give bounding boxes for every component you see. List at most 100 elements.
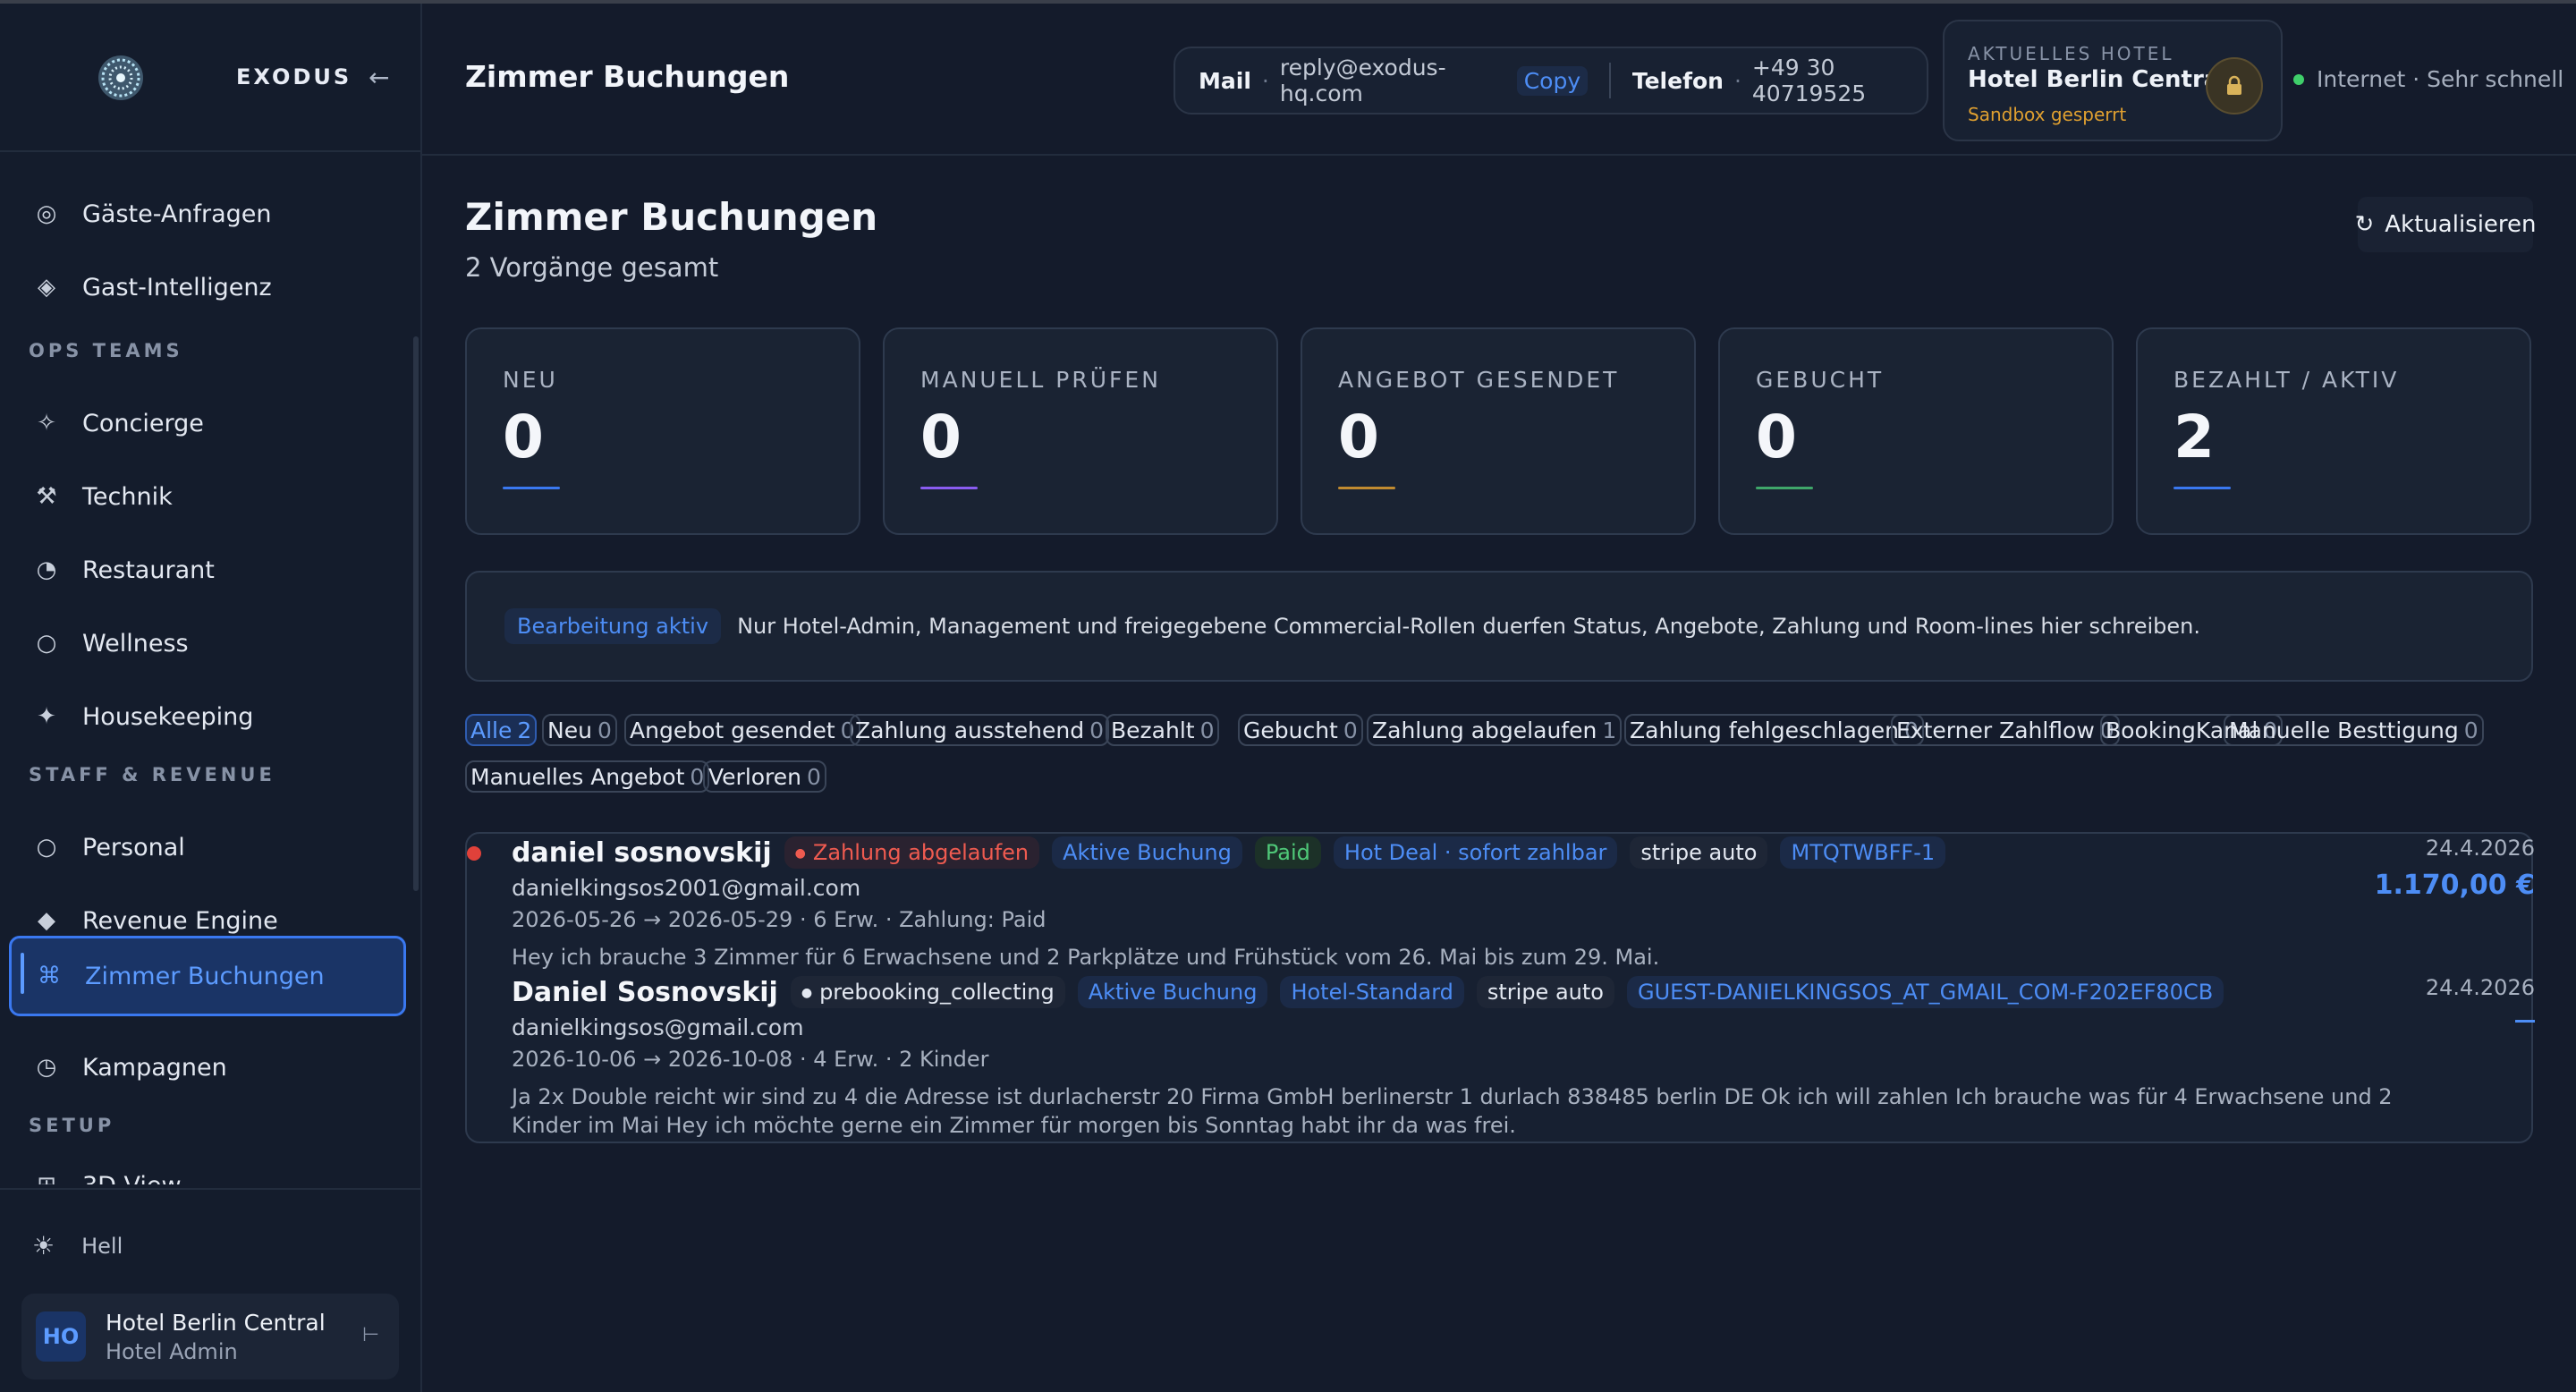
sidebar-item-kampagnen[interactable]: ◷ Kampagnen [9, 1031, 406, 1104]
booking-row[interactable]: Daniel Sosnovskij prebooking_collecting … [467, 973, 2535, 1143]
sidebar-item-label: Restaurant [82, 556, 215, 584]
circle-icon: ○ [36, 834, 57, 861]
sidebar-item-label: Revenue Engine [82, 906, 278, 935]
payment-status-badge: Zahlung abgelaufen [784, 836, 1040, 869]
sidebar-item-label: Personal [82, 833, 185, 862]
filter-chip-label: Zahlung ausstehend [855, 717, 1085, 743]
lock-icon [2227, 75, 2241, 95]
clock-icon: ◷ [36, 1054, 57, 1081]
section-title-ops: OPS TEAMS [29, 340, 183, 361]
sidebar-item-technik[interactable]: ⚒ Technik [9, 460, 406, 533]
sidebar-item-3d-view[interactable]: ⊞ 3D View [9, 1149, 406, 1185]
stat-value: 0 [920, 403, 962, 471]
divider [1609, 63, 1611, 98]
filter-chip-count: 0 [597, 717, 612, 743]
sidebar-item-personal[interactable]: ○ Personal [9, 811, 406, 884]
filter-chip[interactable]: Manuelles Angebot 0 [465, 760, 710, 793]
filter-chip[interactable]: Manuelle Besttigung 0 [2224, 714, 2484, 746]
separator-dot: · [1261, 67, 1269, 94]
copy-button[interactable]: Copy [1516, 65, 1589, 96]
sidebar-item-concierge[interactable]: ✧ Concierge [9, 386, 406, 460]
pie-icon: ◔ [36, 556, 57, 583]
filter-chip[interactable]: Alle 2 [465, 714, 538, 746]
sidebar-item-zimmer-buchungen[interactable]: ⌘ Zimmer Buchungen [9, 936, 406, 1016]
sidebar-nav: ◎ Gäste-Anfragen ◈ Gast-Intelligenz OPS … [0, 156, 420, 1184]
booking-meta: 2026-05-26 → 2026-05-29 · 6 Erw. · Zahlu… [512, 907, 1046, 932]
user-role: Hotel Admin [106, 1338, 238, 1364]
sidebar-item-restaurant[interactable]: ◔ Restaurant [9, 533, 406, 607]
filter-chip-label: Zahlung fehlgeschlagen [1630, 717, 1899, 743]
diamond-icon: ◈ [38, 274, 55, 301]
filter-chip-count: 0 [2463, 717, 2479, 743]
sidebar-item-label: Zimmer Buchungen [85, 962, 325, 990]
sidebar-item-label: Kampagnen [82, 1053, 227, 1082]
filter-chip-count: 0 [1343, 717, 1358, 743]
refresh-label: Aktualisieren [2385, 211, 2537, 238]
theme-toggle[interactable]: ☀ Hell [32, 1231, 123, 1260]
stat-accent-bar [920, 487, 978, 489]
phone-value: +49 30 40719525 [1751, 55, 1867, 106]
filter-chip[interactable]: Neu 0 [542, 714, 617, 746]
sidebar-item-housekeeping[interactable]: ✦ Housekeeping [9, 680, 406, 753]
booking-row[interactable]: daniel sosnovskij Zahlung abgelaufen Akt… [467, 834, 2535, 977]
filter-chip[interactable]: Gebucht 0 [1238, 714, 1363, 746]
stat-label: ANGEBOT GESENDET [1338, 367, 1620, 393]
section-title-staff: STAFF & REVENUE [29, 764, 275, 785]
booking-id-badge: GUEST-DANIELKINGSOS_AT_GMAIL_COM-F202EF8… [1626, 976, 2224, 1008]
filter-chip-label: Neu [547, 717, 592, 743]
refresh-icon: ↻ [2354, 211, 2375, 238]
brand-name: EXODUS [236, 64, 352, 89]
filter-chip[interactable]: Zahlung ausstehend 0 [850, 714, 1109, 746]
sidebar-item-label: Gast-Intelligenz [82, 273, 272, 301]
filter-chip[interactable]: Zahlung abgelaufen 1 [1367, 714, 1623, 746]
separator-dot: · [1733, 67, 1741, 94]
filter-chip-label: Manuelles Angebot [470, 763, 685, 790]
sidebar-scrollbar[interactable] [413, 336, 419, 891]
contact-bar: Mail · reply@exodus-hq.com Copy Telefon … [1174, 47, 1928, 115]
status-badge: Bearbeitung aktiv [504, 608, 722, 644]
sidebar-item-label: Housekeeping [82, 702, 254, 731]
lock-button[interactable] [2206, 57, 2263, 115]
brand: EXODUS ← [0, 4, 420, 152]
alert-dot-icon [467, 846, 481, 861]
filter-chip-count: 0 [807, 763, 821, 790]
star-icon: ✦ [37, 703, 56, 730]
main-content: Zimmer Buchungen 2 Vorgänge gesamt ↻ Akt… [422, 156, 2576, 1392]
filter-chip[interactable]: Angebot gesendet 0 [624, 714, 860, 746]
theme-label: Hell [81, 1233, 123, 1259]
collapse-sidebar-icon[interactable]: ← [369, 63, 389, 92]
sidebar-item-wellness[interactable]: ○ Wellness [9, 607, 406, 680]
stat-label: BEZAHLT / AKTIV [2174, 367, 2400, 393]
filter-chip-count: 0 [690, 763, 705, 790]
filter-chip[interactable]: Zahlung fehlgeschlagen 0 [1624, 714, 1924, 746]
logout-icon[interactable]: ⊢ [362, 1324, 379, 1346]
filter-chip-label: Zahlung abgelaufen [1372, 717, 1597, 743]
booking-message: Ja 2x Double reicht wir sind zu 4 die Ad… [512, 1084, 2393, 1138]
stat-value: 2 [2174, 403, 2215, 471]
filter-chip[interactable]: Bezahlt 0 [1106, 714, 1220, 746]
sidebar: EXODUS ← ◎ Gäste-Anfragen ◈ Gast-Intelli… [0, 4, 422, 1392]
diamond-small-icon: ◆ [38, 907, 55, 934]
grid-icon: ⊞ [32, 1171, 61, 1184]
status-dot-icon [2293, 73, 2304, 85]
sidebar-item-gast-intelligenz[interactable]: ◈ Gast-Intelligenz [9, 250, 406, 324]
prebooking-status-badge: prebooking_collecting [790, 976, 1065, 1008]
sidebar-item-gaeste-anfragen[interactable]: ◎ Gäste-Anfragen [9, 177, 406, 250]
guest-name: daniel sosnovskij [512, 836, 772, 869]
booking-list: daniel sosnovskij Zahlung abgelaufen Akt… [465, 832, 2535, 1143]
sidebar-item-label: Technik [82, 482, 173, 511]
sidebar-item-label: 3D View [82, 1172, 182, 1185]
booking-date: 24.4.2026 [2425, 975, 2535, 1000]
user-card[interactable]: HO Hotel Berlin Central Hotel Admin ⊢ [21, 1294, 399, 1379]
current-hotel[interactable]: AKTUELLES HOTEL Hotel Berlin Central San… [1943, 20, 2283, 141]
stat-accent-bar [1338, 487, 1395, 489]
stat-card-manuell-pruefen: MANUELL PRÜFEN 0 [883, 327, 1278, 535]
filter-chip-label: Angebot gesendet [630, 717, 835, 743]
filter-chip[interactable]: Verloren 0 [703, 760, 826, 793]
permission-notice: Bearbeitung aktiv Nur Hotel-Admin, Manag… [465, 571, 2533, 682]
sidebar-item-label: Wellness [82, 629, 189, 658]
filter-chip[interactable]: Externer Zahlflow 0 [1891, 714, 2120, 746]
refresh-button[interactable]: ↻ Aktualisieren [2354, 197, 2537, 252]
sidebar-item-label: Concierge [82, 409, 204, 437]
sun-icon: ☀ [32, 1231, 55, 1260]
